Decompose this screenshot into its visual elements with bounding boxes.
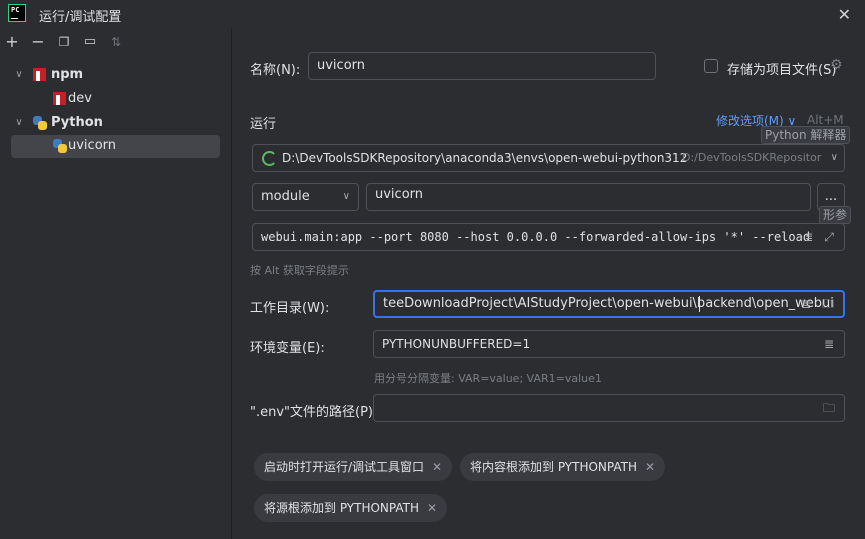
store-as-project-file-label: 存储为项目文件(S) <box>727 63 837 78</box>
env-vars-value: PYTHONUNBUFFERED=1 <box>382 337 531 351</box>
chevron-down-icon: ∨ <box>830 152 838 163</box>
store-as-project-file-checkbox[interactable] <box>704 59 718 73</box>
title-bar: PC 运行/调试配置 ✕ <box>0 0 865 28</box>
interpreter-tooltip: Python 解释器 <box>761 126 851 144</box>
python-icon <box>33 116 47 130</box>
folder-icon[interactable]: 🗀 <box>822 401 836 415</box>
module-name-input[interactable]: uvicorn <box>366 183 811 211</box>
tree-item-label: Python <box>51 115 103 130</box>
tree-item-label: uvicorn <box>68 138 117 153</box>
configuration-form: 名称(N): uvicorn 存储为项目文件(S) ⚙ 运行 修改选项(M) ∨… <box>233 28 865 539</box>
loading-spinner-icon <box>262 151 277 166</box>
parameters-value: webui.main:app --port 8080 --host 0.0.0.… <box>261 230 811 244</box>
pycharm-logo-icon: PC <box>8 4 26 22</box>
working-dir-input[interactable]: teeDownloadProject\AIStudyProject\open-w… <box>373 290 845 318</box>
edit-text-icon[interactable]: ≣ <box>802 230 816 244</box>
working-dir-label: 工作目录(W): <box>250 301 330 316</box>
tree-item-dev[interactable]: dev <box>11 88 220 110</box>
expand-icon[interactable]: ⤢ <box>822 230 836 244</box>
chevron-down-icon: ∨ <box>342 191 350 202</box>
dotenv-path-label: ".env"文件的路径(P): <box>250 405 378 420</box>
configurations-panel: + − ❐ ▭ ⇅ ∨ npm dev ∨ Python uvicorn <box>0 28 232 539</box>
chip-open-run-tool-window[interactable]: 启动时打开运行/调试工具窗口 ✕ <box>254 453 453 481</box>
npm-icon <box>53 92 66 105</box>
gear-icon[interactable]: ⚙ <box>830 57 843 73</box>
chip-add-source-roots[interactable]: 将源根添加到 PYTHONPATH ✕ <box>254 494 448 522</box>
tree-item-npm[interactable]: ∨ npm <box>11 64 220 86</box>
chip-label: 将内容根添加到 PYTHONPATH <box>470 460 637 474</box>
name-input[interactable]: uvicorn <box>308 52 656 80</box>
interpreter-hint: D:/DevToolsSDKRepositor <box>682 151 822 164</box>
copy-icon[interactable]: ❐ <box>54 32 74 52</box>
module-type-select[interactable]: module ∨ <box>252 183 359 211</box>
tree-item-label: npm <box>51 67 84 82</box>
window-title: 运行/调试配置 <box>39 10 122 25</box>
name-label: 名称(N): <box>250 63 301 78</box>
env-vars-hint: 用分号分隔变量: VAR=value; VAR1=value1 <box>374 372 602 385</box>
tree-item-python[interactable]: ∨ Python <box>11 112 220 134</box>
python-icon <box>53 139 67 153</box>
module-type-value: module <box>261 189 310 204</box>
tree-item-label: dev <box>68 91 92 106</box>
sort-icon[interactable]: ⇅ <box>106 32 126 52</box>
new-folder-icon[interactable]: ▭ <box>80 32 100 52</box>
minus-icon[interactable]: − <box>28 32 48 52</box>
env-vars-label: 环境变量(E): <box>250 341 325 356</box>
parameters-input[interactable]: webui.main:app --port 8080 --host 0.0.0.… <box>252 223 845 251</box>
chip-add-content-roots[interactable]: 将内容根添加到 PYTHONPATH ✕ <box>460 453 666 481</box>
close-icon[interactable]: ✕ <box>838 5 851 24</box>
tree-toolbar: + − ❐ ▭ ⇅ <box>0 28 232 58</box>
chip-label: 将源根添加到 PYTHONPATH <box>264 501 419 515</box>
close-icon[interactable]: ✕ <box>432 460 442 474</box>
chevron-down-icon[interactable]: ∨ <box>13 64 25 86</box>
interpreter-path: D:\DevToolsSDKRepository\anaconda3\envs\… <box>282 151 688 165</box>
close-icon[interactable]: ✕ <box>427 501 437 515</box>
params-tooltip: 形参 <box>819 206 852 224</box>
chip-label: 启动时打开运行/调试工具窗口 <box>264 460 425 474</box>
env-vars-input[interactable]: PYTHONUNBUFFERED=1 ≣ <box>373 330 845 358</box>
chevron-down-icon[interactable]: ∨ <box>13 112 25 134</box>
tree-item-uvicorn[interactable]: uvicorn <box>11 135 220 158</box>
working-dir-value: teeDownloadProject\AIStudyProject\open-w… <box>383 296 834 311</box>
run-section-title: 运行 <box>250 117 277 132</box>
close-icon[interactable]: ✕ <box>645 460 655 474</box>
npm-icon <box>33 68 46 81</box>
folder-icon[interactable]: 🗀 <box>821 297 835 311</box>
edit-text-icon[interactable]: ≣ <box>822 337 836 351</box>
alt-hint: 按 Alt 获取字段提示 <box>250 264 349 277</box>
dotenv-path-input[interactable]: 🗀 <box>373 394 845 422</box>
edit-text-icon[interactable]: ≣ <box>799 297 813 311</box>
modify-options-shortcut: Alt+M <box>807 113 844 127</box>
text-caret <box>699 296 700 312</box>
interpreter-select[interactable]: D:\DevToolsSDKRepository\anaconda3\envs\… <box>252 144 845 172</box>
plus-icon[interactable]: + <box>2 32 22 52</box>
